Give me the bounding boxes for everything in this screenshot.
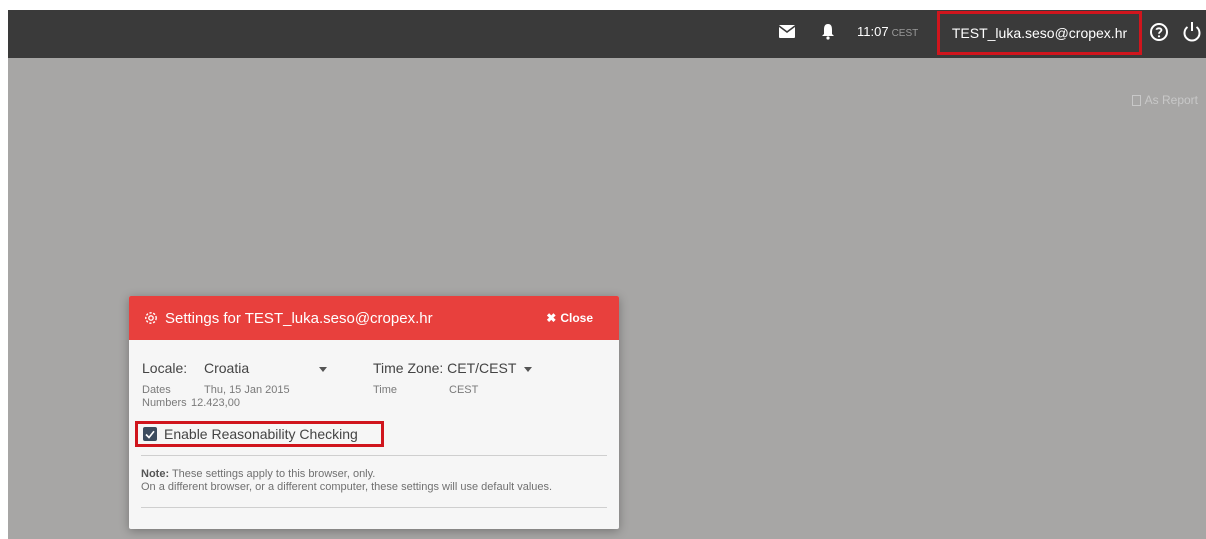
dates-value: Thu, 15 Jan 2015: [204, 384, 290, 396]
note-line-1: These settings apply to this browser, on…: [169, 468, 376, 480]
time-value: CEST: [449, 384, 479, 396]
locale-label: Locale:: [142, 360, 188, 376]
reasonability-checkbox[interactable]: [143, 427, 157, 441]
dialog-header: Settings for TEST_luka.seso@cropex.hr ✖ …: [129, 296, 619, 340]
app-frame: 11:07 CEST TEST_luka.seso@cropex.hr As Re…: [8, 10, 1206, 539]
mail-icon[interactable]: [779, 25, 795, 38]
user-account-button[interactable]: TEST_luka.seso@cropex.hr: [937, 11, 1142, 55]
settings-note: Note: These settings apply to this brows…: [141, 468, 611, 494]
clock: 11:07 CEST: [857, 24, 918, 39]
divider: [141, 455, 607, 456]
clock-time: 11:07: [857, 24, 889, 39]
close-label: Close: [560, 311, 593, 325]
close-button[interactable]: ✖ Close: [546, 311, 593, 325]
timezone-dropdown-caret-icon[interactable]: [524, 367, 532, 372]
reasonability-checkbox-label: Enable Reasonability Checking: [164, 426, 358, 442]
help-icon[interactable]: [1149, 22, 1169, 42]
gear-icon: [145, 312, 157, 324]
power-icon[interactable]: [1182, 21, 1202, 43]
checkmark-icon: [145, 430, 155, 439]
as-report-label: As Report: [1144, 93, 1198, 107]
as-report-link[interactable]: As Report: [1131, 93, 1198, 107]
clock-timezone: CEST: [891, 28, 919, 39]
top-bar: 11:07 CEST TEST_luka.seso@cropex.hr: [8, 10, 1206, 58]
bell-icon[interactable]: [821, 23, 835, 40]
document-icon: [1131, 94, 1141, 106]
close-icon: ✖: [546, 311, 557, 325]
reasonability-checkbox-row[interactable]: Enable Reasonability Checking: [135, 421, 384, 447]
timezone-select[interactable]: Time Zone: CET/CEST: [373, 360, 516, 376]
time-label: Time: [373, 384, 398, 396]
page-content-overlay: As Report Settings for TEST_luka.seso@cr…: [8, 58, 1206, 539]
dates-label: Dates: [142, 384, 171, 396]
numbers-label: Numbers: [142, 397, 187, 409]
divider: [141, 507, 607, 508]
locale-select[interactable]: Croatia: [204, 360, 249, 376]
dialog-title: Settings for TEST_luka.seso@cropex.hr: [165, 309, 433, 327]
locale-dropdown-caret-icon[interactable]: [319, 367, 327, 372]
user-email: TEST_luka.seso@cropex.hr: [951, 25, 1128, 41]
note-bold-label: Note:: [141, 468, 170, 480]
settings-dialog: Settings for TEST_luka.seso@cropex.hr ✖ …: [129, 296, 619, 529]
note-line-2: On a different browser, or a different c…: [141, 481, 553, 493]
numbers-value: 12.423,00: [191, 397, 240, 409]
